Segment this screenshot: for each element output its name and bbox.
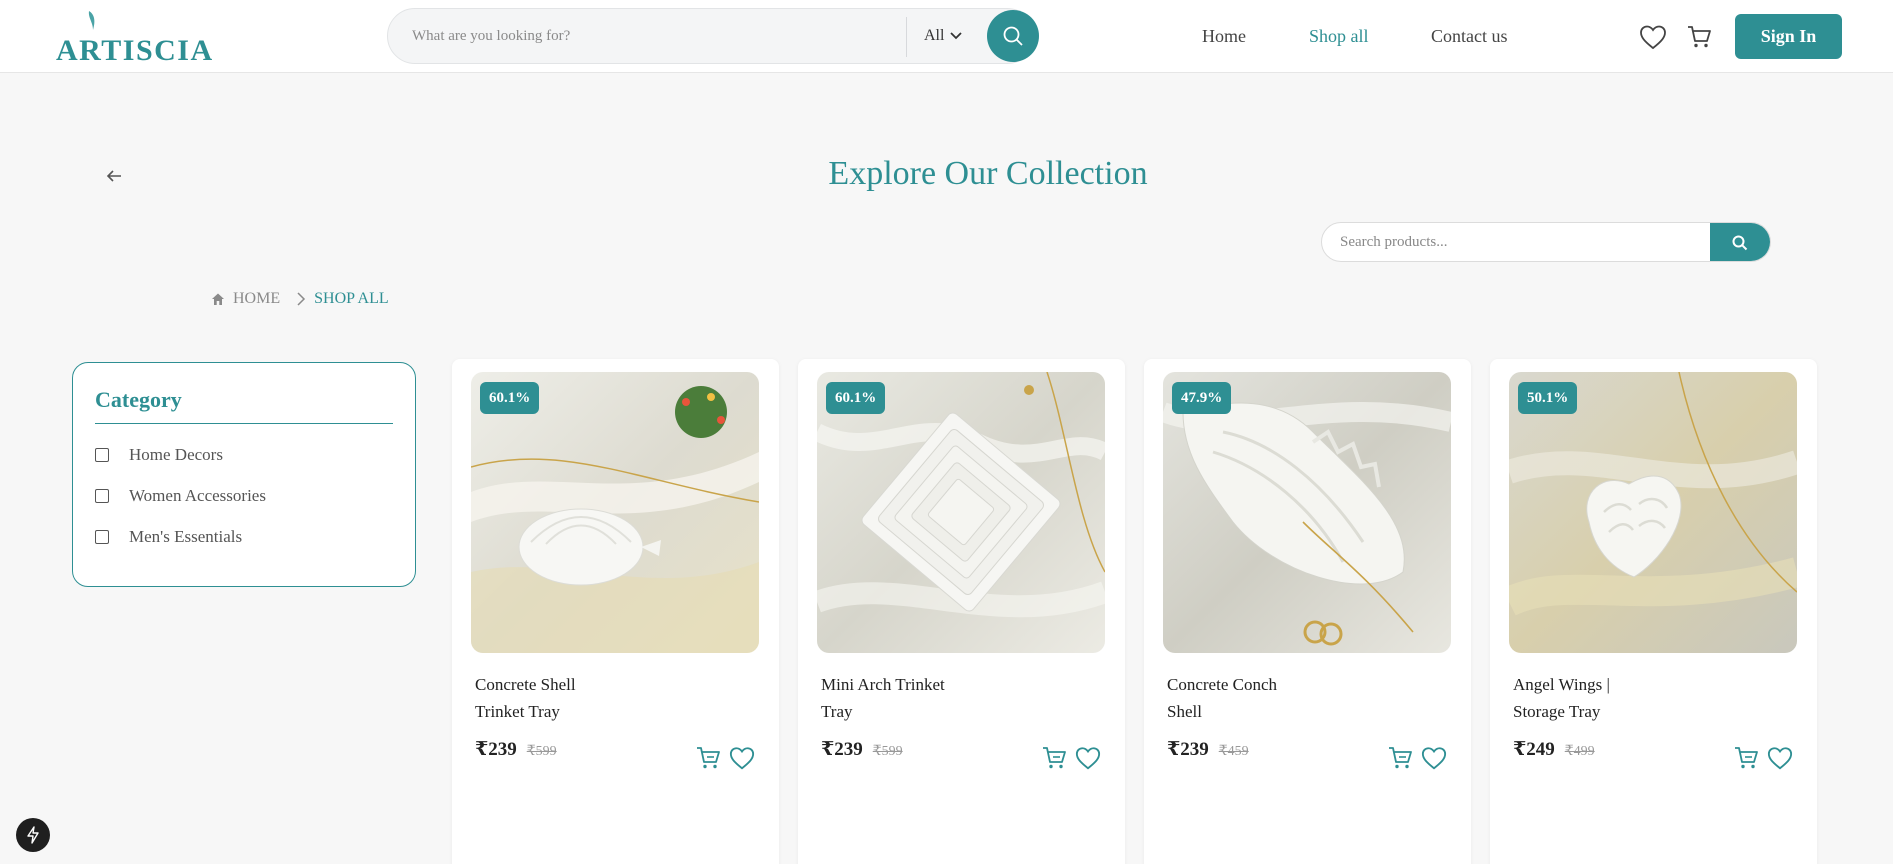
category-select[interactable]: All [924,9,963,63]
product-price: ₹239 [821,739,863,760]
category-label: Home Decors [129,444,223,464]
product-price: ₹239 [475,739,517,760]
add-to-cart-icon[interactable] [1387,745,1413,771]
sign-in-button[interactable]: Sign In [1735,14,1842,59]
checkbox[interactable] [95,529,109,544]
price-row: ₹239 ₹459 [1167,738,1249,761]
product-card[interactable]: 60.1% Mini Arch Trinket Tray ₹239 ₹599 [798,359,1125,864]
product-image[interactable] [1509,372,1797,653]
search-input[interactable] [412,9,892,63]
category-filter: Category Home Decors Women Accessories M… [72,362,416,587]
angel-wings-tray-image [1509,372,1797,653]
wishlist-heart-icon[interactable] [1767,745,1793,771]
breadcrumb-home[interactable]: HOME [211,290,280,308]
price-row: ₹239 ₹599 [475,738,557,761]
checkbox[interactable] [95,488,109,503]
arch-tray-image [817,372,1105,653]
discount-badge: 50.1% [1518,382,1578,414]
nav-home[interactable]: Home [1202,26,1246,47]
product-card[interactable]: 60.1% Concrete Shell Trinket Tray ₹239 ₹… [452,359,779,864]
product-image[interactable] [817,372,1105,653]
add-to-cart-icon[interactable] [695,745,721,771]
shell-tray-image [471,372,759,653]
page-title: Explore Our Collection [828,155,1148,192]
product-card[interactable]: 47.9% Concrete Conch Shell ₹239 ₹459 [1144,359,1471,864]
cart-icon [1688,26,1711,48]
nav-contact[interactable]: Contact us [1431,26,1508,47]
product-name[interactable]: Concrete Shell Trinket Tray [475,671,605,725]
search-button[interactable] [987,10,1039,62]
wishlist-heart-icon[interactable] [729,745,755,771]
product-old-price: ₹599 [526,744,557,759]
product-search-button[interactable] [1710,223,1770,261]
product-card[interactable]: 50.1% Angel Wings | Storage Tray ₹249 ₹4… [1490,359,1817,864]
category-item-women-accessories[interactable]: Women Accessories [95,485,393,506]
add-to-cart-icon[interactable] [1041,745,1067,771]
category-label: Women Accessories [129,485,266,505]
category-label: Men's Essentials [129,526,243,546]
search-divider [906,17,907,57]
product-old-price: ₹499 [1564,744,1595,759]
category-item-mens-essentials[interactable]: Men's Essentials [95,526,393,547]
wishlist-heart-icon[interactable] [1421,745,1447,771]
product-name[interactable]: Angel Wings | Storage Tray [1513,671,1643,725]
wishlist-heart-icon[interactable] [1075,745,1101,771]
bolt-button[interactable] [16,818,50,852]
category-title: Category [95,387,393,424]
nav-shop-all[interactable]: Shop all [1309,26,1369,47]
search-icon [1732,235,1748,251]
conch-shell-image [1163,372,1451,653]
breadcrumb-current: SHOP ALL [314,290,389,307]
bolt-icon [27,826,39,844]
category-item-home-decors[interactable]: Home Decors [95,444,393,465]
product-old-price: ₹459 [1218,744,1249,759]
cart-button[interactable] [1684,22,1714,52]
breadcrumb-home-label: HOME [233,290,281,307]
search-icon [1003,26,1023,46]
product-search-input[interactable] [1340,223,1700,261]
discount-badge: 60.1% [480,382,540,414]
chevron-right-icon [297,292,306,306]
logo[interactable]: ARTISCIA [56,8,236,66]
breadcrumb: HOME SHOP ALL [211,290,389,308]
chevron-down-icon [950,32,963,40]
product-old-price: ₹599 [872,744,903,759]
product-name[interactable]: Concrete Conch Shell [1167,671,1297,725]
discount-badge: 60.1% [826,382,886,414]
category-select-label: All [924,27,945,44]
discount-badge: 47.9% [1172,382,1232,414]
product-price: ₹239 [1167,739,1209,760]
header-search: All [387,8,1039,64]
add-to-cart-icon[interactable] [1733,745,1759,771]
home-icon [212,293,224,305]
site-header: ARTISCIA All Home Shop all Contact us Si… [0,0,1893,73]
product-search [1321,222,1771,262]
product-price: ₹249 [1513,739,1555,760]
logo-text: ARTISCIA [56,34,214,67]
price-row: ₹239 ₹599 [821,738,903,761]
leaf-icon [88,11,95,30]
checkbox[interactable] [95,447,109,462]
heart-icon [1640,25,1666,50]
wishlist-button[interactable] [1638,22,1668,52]
price-row: ₹249 ₹499 [1513,738,1595,761]
product-image[interactable] [1163,372,1451,653]
product-name[interactable]: Mini Arch Trinket Tray [821,671,951,725]
product-image[interactable] [471,372,759,653]
